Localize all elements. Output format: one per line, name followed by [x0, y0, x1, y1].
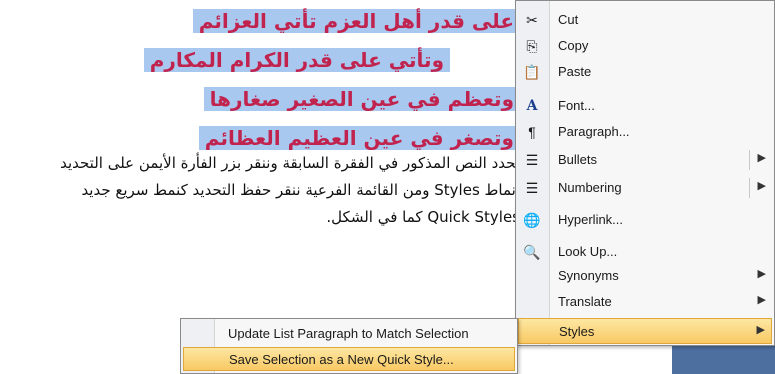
lookup-icon: 🔍 [523, 243, 541, 260]
submenu-item-update-style[interactable]: Update List Paragraph to Match Selection [183, 322, 515, 346]
poem-line-2[interactable]: وتأتي على قدر الكرام المكارم [10, 43, 450, 77]
menu-item-numbering-label: Numbering [558, 180, 622, 195]
menu-item-paragraph-label: Paragraph... [558, 124, 630, 139]
font-icon: A [526, 98, 538, 114]
menu-item-copy-label: Copy [558, 38, 589, 53]
menu-item-copy[interactable]: ⎘ Copy [518, 33, 772, 59]
poem-line-3-text: وتعظم في عين الصغير صغارها [203, 87, 520, 111]
poem-line-4-text: وتصغر في عين العظيم العظائم [198, 126, 520, 150]
split-separator [749, 178, 750, 198]
menu-item-bullets-label: Bullets [558, 152, 598, 167]
paste-icon: 📋 [523, 63, 541, 80]
poem-line-1-text: على قدر أهل العزم تأتي العزائم [192, 9, 520, 33]
submenu-arrow-icon: ▶ [756, 324, 765, 336]
copy-icon: ⎘ [526, 37, 538, 54]
hyperlink-icon: 🌐 [523, 211, 541, 228]
split-separator [749, 150, 750, 170]
submenu-item-save-quick-style[interactable]: Save Selection as a New Quick Style... [183, 347, 515, 371]
poem-line-1[interactable]: على قدر أهل العزم تأتي العزائم [8, 4, 520, 38]
menu-item-styles[interactable]: Styles ▶ [518, 318, 772, 344]
menu-item-paste[interactable]: 📋 Paste [518, 59, 772, 85]
poem-line-3[interactable]: وتعظم في عين الصغير صغارها [100, 82, 520, 116]
menu-item-paste-label: Paste [558, 64, 592, 79]
scissors-icon: ✂ [526, 11, 538, 28]
paragraph-icon: ¶ [528, 124, 536, 140]
menu-item-translate-label: Translate [558, 294, 612, 309]
styles-submenu: Update List Paragraph to Match Selection… [180, 318, 518, 374]
submenu-arrow-icon: ▶ [757, 268, 766, 280]
menu-item-translate[interactable]: Translate ▶ [518, 289, 772, 315]
menu-item-numbering[interactable]: ☰ Numbering ▶ [518, 175, 772, 201]
submenu-arrow-icon: ▶ [757, 294, 766, 306]
menu-item-font[interactable]: A Font... [518, 93, 772, 119]
poem-line-2-text: وتأتي على قدر الكرام المكارم [143, 48, 450, 72]
body-line-2: أنماط Styles ومن القائمة الفرعية ننقر حف… [81, 181, 520, 199]
menu-item-synonyms-label: Synonyms [558, 268, 619, 283]
menu-item-look-up-label: Look Up... [558, 244, 618, 259]
menu-item-look-up[interactable]: 🔍 Look Up... [518, 239, 772, 265]
menu-item-font-label: Font... [558, 98, 595, 113]
bullets-icon: ☰ [525, 151, 539, 168]
menu-item-synonyms[interactable]: Synonyms ▶ [518, 263, 772, 289]
context-menu: ✂ Cut ⎘ Copy 📋 Paste A Font... ¶ Paragra… [515, 0, 775, 346]
menu-item-hyperlink-label: Hyperlink... [558, 212, 624, 227]
submenu-arrow-icon[interactable]: ▶ [758, 151, 766, 164]
menu-item-hyperlink[interactable]: 🌐 Hyperlink... [518, 207, 772, 233]
numbering-icon: ☰ [525, 179, 539, 196]
submenu-arrow-icon[interactable]: ▶ [758, 179, 766, 192]
menu-item-bullets[interactable]: ☰ Bullets ▶ [518, 147, 772, 173]
menu-item-paragraph[interactable]: ¶ Paragraph... [518, 119, 772, 145]
menu-item-cut-label: Cut [558, 12, 579, 27]
menu-item-styles-label: Styles [559, 324, 595, 339]
submenu-item-update-style-label: Update List Paragraph to Match Selection [228, 326, 469, 341]
submenu-item-save-quick-style-label: Save Selection as a New Quick Style... [229, 352, 454, 367]
menu-item-cut[interactable]: ✂ Cut [518, 7, 772, 33]
body-line-3: Quick Styles كما في الشكل. [326, 208, 520, 226]
body-line-1: نحدد النص المذكور في الفقرة السابقة وننق… [60, 154, 520, 172]
